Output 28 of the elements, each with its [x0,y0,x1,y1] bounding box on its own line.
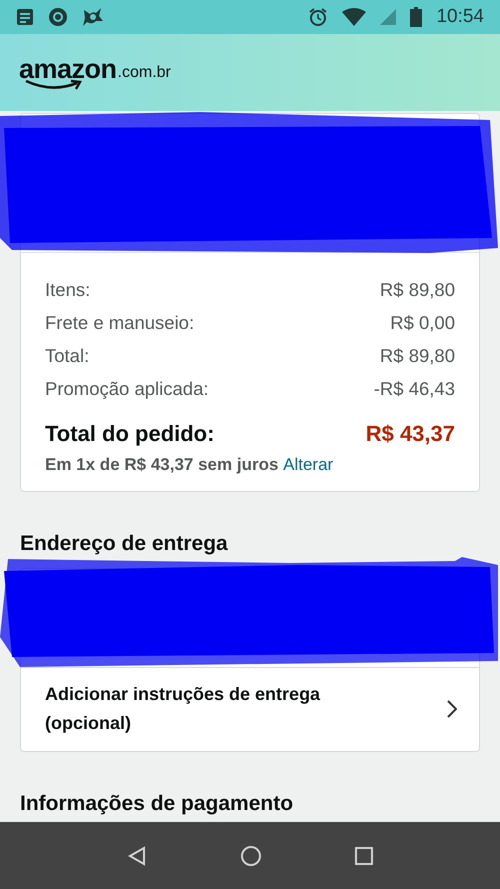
logo-domain: .com.br [118,64,171,82]
summary-label: Itens: [45,278,90,300]
recents-icon[interactable] [355,846,374,864]
chevron-right-icon [447,700,457,718]
back-icon[interactable] [126,846,147,866]
summary-amount: R$ 89,80 [380,344,455,366]
home-icon[interactable] [240,844,262,866]
summary-label: Promoção aplicada: [45,378,209,400]
logo[interactable]: amazon [19,54,117,84]
signal-icon [380,9,396,25]
summary-label: Total: [45,344,90,366]
clock: 10:54 [436,6,484,28]
notes-icon [16,8,34,26]
order-total-amount: R$ 43,37 [366,421,455,447]
summary-amount: R$ 89,80 [380,278,455,300]
alarm-icon [308,7,328,27]
delivery-instructions-row[interactable]: Adicionar instruções de entrega (opcional) [20,668,480,752]
wifi-icon [342,8,366,26]
section-heading: Endereço de entrega [20,532,229,556]
summary-amount: -R$ 46,43 [374,378,455,400]
section-heading: Informações de pagamento [20,792,294,816]
installment-text: Em 1x de R$ 43,37 sem juros [45,455,278,474]
summary-amount: R$ 0,00 [390,312,455,334]
battery-icon [410,7,422,27]
summary-label: Frete e manuseio: [45,312,194,334]
smile-arrow-icon [25,79,83,91]
change-link[interactable]: Alterar [283,455,334,474]
order-total-label: Total do pedido: [45,421,214,447]
